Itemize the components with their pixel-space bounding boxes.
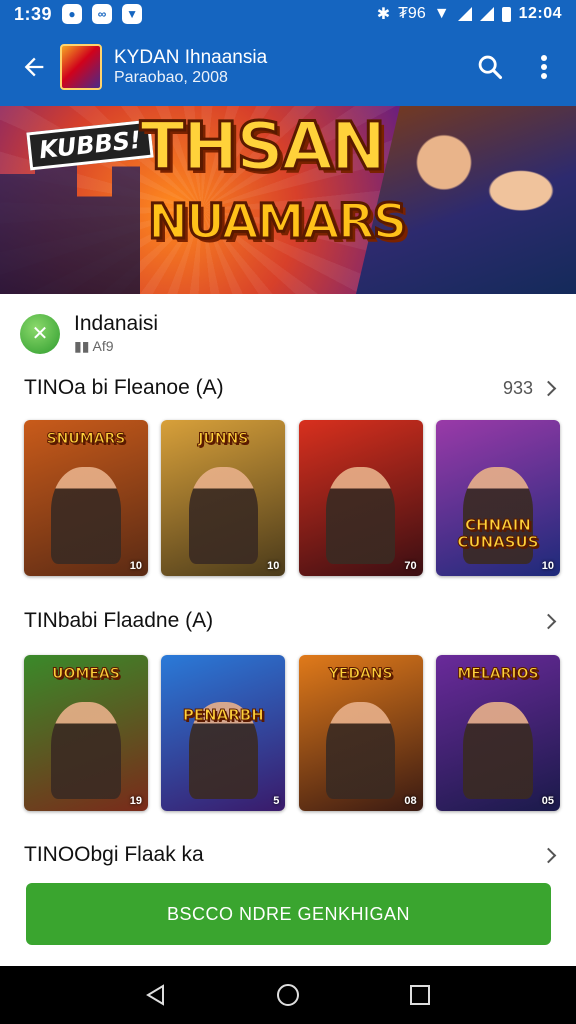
section-header-3[interactable]: TINOObgi Flaak ka bbox=[24, 840, 557, 870]
app-titles: KYDAN Ihnaansia Paraobao, 2008 bbox=[114, 47, 267, 87]
game-card-title: YEDANS bbox=[328, 666, 393, 683]
search-button[interactable] bbox=[474, 51, 506, 83]
section-title: TINOObgi Flaak ka bbox=[24, 843, 204, 866]
game-card-character bbox=[325, 466, 396, 564]
system-nav-bar bbox=[0, 966, 576, 1024]
nav-recents-button[interactable] bbox=[400, 975, 440, 1015]
game-card-character bbox=[463, 701, 533, 799]
status-right: ✱ ₮96 ▼ 12:04 bbox=[377, 4, 562, 24]
more-vert-icon bbox=[541, 55, 547, 79]
game-card-title: CHNAIN CUNASUS bbox=[457, 516, 539, 551]
section-title: TINbabi Flaadne (A) bbox=[24, 609, 214, 632]
game-card-badge: 5 bbox=[273, 795, 280, 807]
game-row-2: UOMEAS 19 PENARBH 5 YEDANS 08 MELARIOS 05 bbox=[24, 655, 560, 811]
nav-home-button[interactable] bbox=[268, 975, 308, 1015]
primary-action-button[interactable]: BSCCO NDRE GENKHIGAN bbox=[26, 883, 551, 945]
developer-text: Indanaisi ▮▮ Af9 bbox=[74, 312, 158, 355]
hero-banner[interactable]: KUBBS! THSAN NUAMARS bbox=[0, 106, 576, 294]
developer-meta-text: Af9 bbox=[92, 338, 114, 354]
battery-icon bbox=[501, 6, 511, 22]
game-row-1: SNUMARS 10 JUNNS 10 70 CHNAIN CUNASUS 10 bbox=[24, 420, 560, 576]
game-card-badge: 05 bbox=[541, 795, 554, 807]
game-card[interactable]: JUNNS 10 bbox=[161, 420, 286, 576]
link-icon: ∞ bbox=[92, 4, 113, 24]
circle-home-icon bbox=[277, 984, 299, 1006]
developer-logo-icon: ✕ bbox=[20, 313, 60, 354]
game-card-title: PENARBH bbox=[182, 706, 264, 724]
game-card[interactable]: MELARIOS 05 bbox=[435, 655, 560, 811]
game-card-badge: 19 bbox=[129, 795, 142, 807]
game-card[interactable]: PENARBH 5 bbox=[161, 655, 286, 811]
nav-back-button[interactable] bbox=[136, 975, 176, 1015]
game-card-title: JUNNS bbox=[198, 431, 249, 448]
app-bar: KYDAN Ihnaansia Paraobao, 2008 bbox=[0, 28, 576, 106]
status-signal-text: ₮96 bbox=[398, 5, 426, 22]
search-icon bbox=[478, 55, 503, 80]
section-header-2[interactable]: TINbabi Flaadne (A) bbox=[24, 606, 557, 636]
game-card[interactable]: CHNAIN CUNASUS 10 bbox=[435, 420, 560, 576]
game-card-title: UOMEAS bbox=[52, 666, 121, 683]
game-card-badge: 10 bbox=[541, 560, 554, 572]
app-title: KYDAN Ihnaansia bbox=[114, 46, 268, 68]
game-card-character bbox=[51, 466, 121, 564]
developer-row[interactable]: ✕ Indanaisi ▮▮ Af9 bbox=[20, 312, 158, 355]
section-count: 933 bbox=[502, 377, 533, 398]
game-card[interactable]: YEDANS 08 bbox=[298, 655, 423, 811]
square-recents-icon bbox=[410, 985, 430, 1005]
game-card-title: MELARIOS bbox=[457, 666, 539, 683]
app-actions bbox=[474, 51, 560, 83]
hero-title-line1: THSAN bbox=[138, 108, 387, 185]
section-header-1[interactable]: TINOa bi Fleanoe (A) 933 bbox=[24, 373, 557, 403]
more-options-button[interactable] bbox=[528, 51, 560, 83]
chevron-right-icon bbox=[540, 847, 557, 863]
messenger-icon: ● bbox=[62, 4, 83, 24]
game-card-character bbox=[188, 466, 259, 564]
wifi-icon: ▼ bbox=[433, 5, 450, 22]
game-card-badge: 70 bbox=[404, 560, 417, 572]
arrow-back-icon bbox=[24, 57, 44, 77]
app-subtitle: Paraobao, 2008 bbox=[114, 68, 228, 86]
hero-title-line2: NUAMARS bbox=[146, 194, 408, 250]
shield-icon: ▼ bbox=[122, 4, 143, 24]
game-card[interactable]: UOMEAS 19 bbox=[24, 655, 148, 811]
game-card-badge: 10 bbox=[267, 560, 280, 572]
game-card-badge: 10 bbox=[129, 560, 142, 572]
status-left: 1:39 ● ∞ ▼ bbox=[14, 3, 143, 25]
game-card[interactable]: 70 bbox=[298, 420, 423, 576]
bluetooth-icon: ✱ bbox=[376, 6, 391, 23]
developer-meta: ▮▮ Af9 bbox=[74, 338, 114, 354]
triangle-back-icon bbox=[146, 984, 164, 1006]
game-card-title: SNUMARS bbox=[46, 431, 126, 448]
chevron-right-icon bbox=[540, 380, 557, 396]
signal-icon bbox=[457, 7, 472, 21]
game-card-character bbox=[325, 701, 396, 799]
status-clock: 12:04 bbox=[518, 5, 562, 22]
back-button[interactable] bbox=[16, 49, 52, 85]
game-card-badge: 08 bbox=[404, 795, 417, 807]
developer-name: Indanaisi bbox=[74, 312, 159, 335]
signal-icon-2 bbox=[479, 7, 494, 21]
game-card[interactable]: SNUMARS 10 bbox=[24, 420, 148, 576]
chevron-right-icon bbox=[540, 613, 557, 629]
status-time: 1:39 bbox=[14, 3, 53, 24]
app-icon bbox=[60, 44, 102, 90]
status-bar: 1:39 ● ∞ ▼ ✱ ₮96 ▼ 12:04 bbox=[0, 0, 576, 28]
game-card-character bbox=[51, 701, 121, 799]
section-title: TINOa bi Fleanoe (A) bbox=[24, 376, 224, 399]
